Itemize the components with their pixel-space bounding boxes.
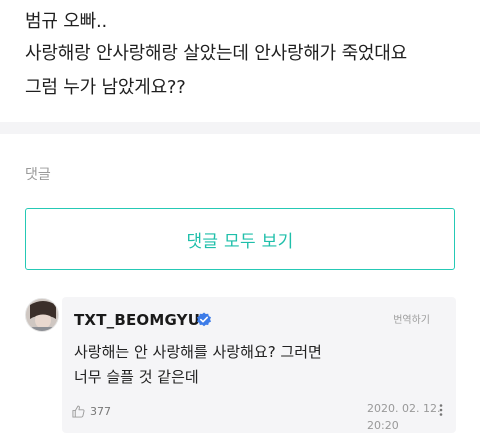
section-divider (0, 122, 480, 134)
post-text-line: 범규 오빠.. (25, 11, 108, 32)
reply-date: 2020. 02. 12. (367, 402, 441, 415)
view-all-comments-button[interactable]: 댓글 모두 보기 (25, 208, 455, 270)
reply-text-line: 너무 슬플 것 같은데 (74, 368, 199, 386)
reply-text-line: 사랑해는 안 사랑해를 사랑해요? 그러면 (74, 343, 322, 361)
post-body: 범규 오빠.. 사랑해랑 안사랑해랑 살았는데 안사랑해가 죽었대요 그럼 누가… (0, 0, 480, 122)
post-text-line: 그럼 누가 남았게요?? (25, 77, 186, 98)
translate-link[interactable]: 번역하기 (393, 311, 430, 326)
avatar[interactable] (25, 298, 59, 332)
post-text-line: 사랑해랑 안사랑해랑 살았는데 안사랑해가 죽었대요 (25, 43, 408, 64)
avatar-image (26, 299, 58, 331)
reply-author[interactable]: TXT_BEOMGYU (74, 311, 200, 329)
comments-label: 댓글 (25, 167, 51, 183)
thumbs-up-icon (72, 405, 85, 418)
reply-timestamp: 2020. 02. 12. 20:20 (367, 400, 440, 434)
verified-badge-icon (197, 312, 211, 327)
like-button[interactable]: 377 (72, 405, 111, 418)
like-count: 377 (90, 405, 111, 418)
view-all-comments-label: 댓글 모두 보기 (186, 231, 294, 252)
reply-time: 20:20 (367, 419, 399, 432)
